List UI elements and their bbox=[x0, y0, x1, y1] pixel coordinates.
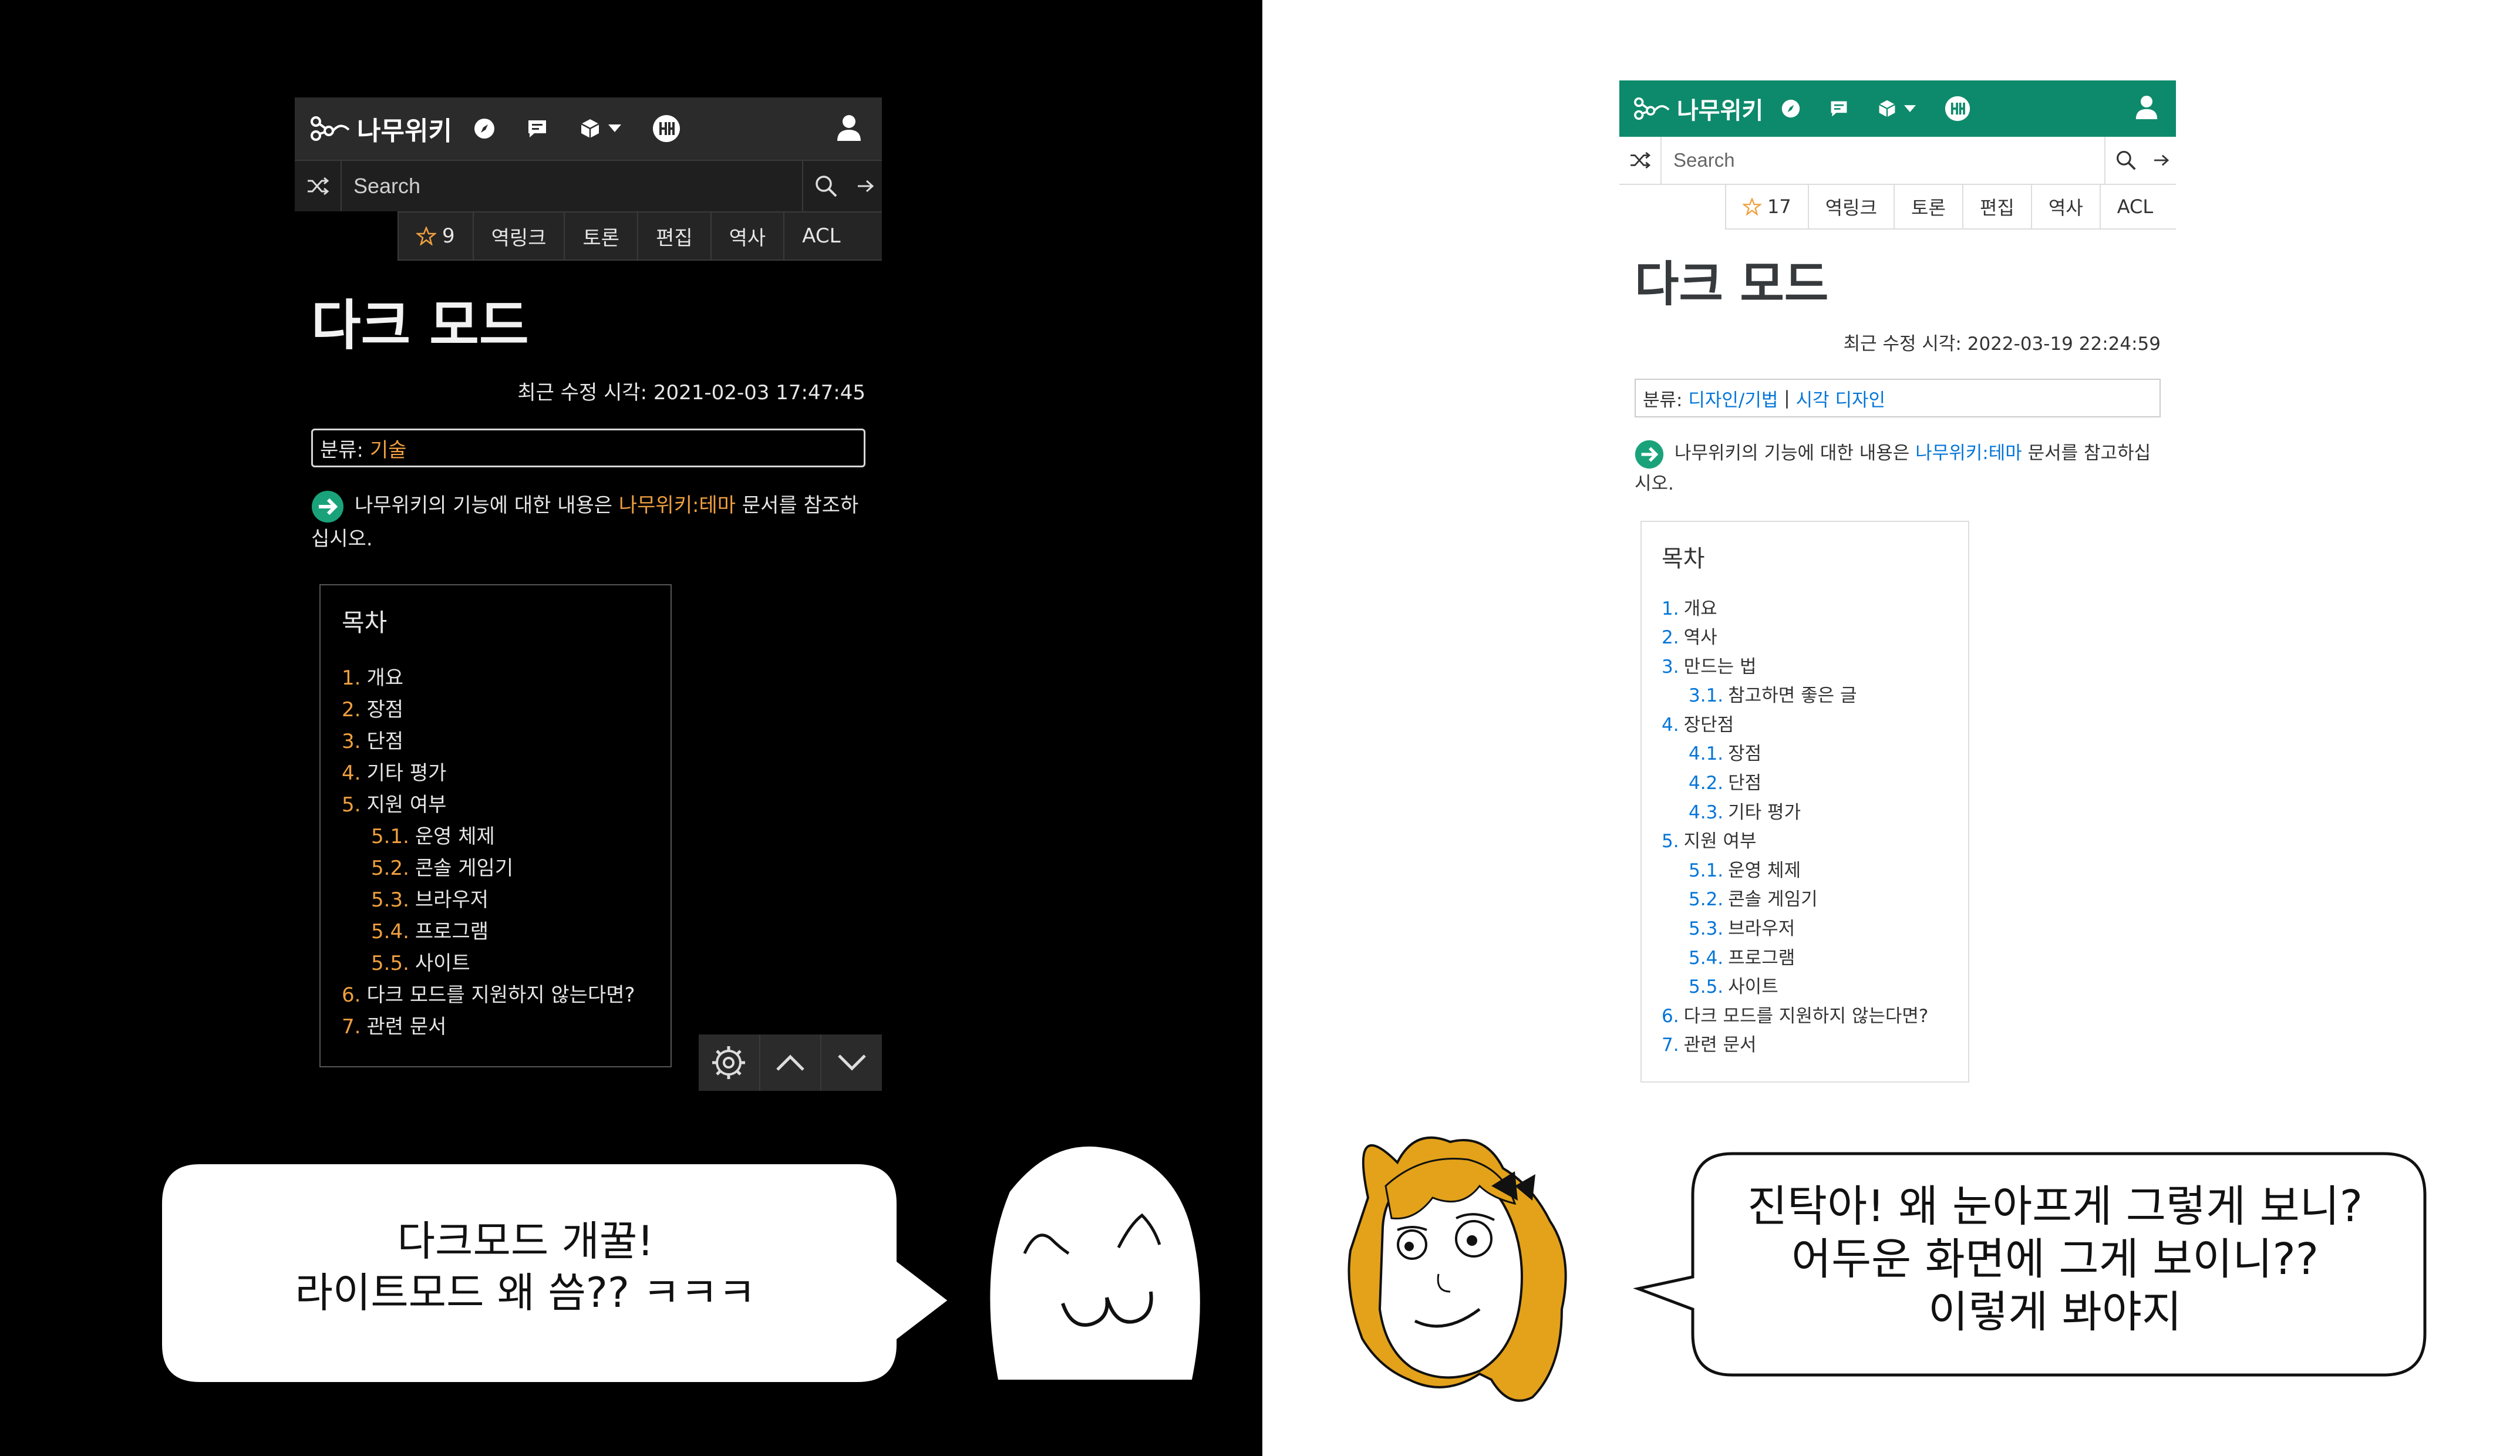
left-bubble-line2: 라이트모드 왜 씀?? ㅋㅋㅋ bbox=[295, 1269, 756, 1317]
girl-face-icon bbox=[1347, 1136, 1567, 1402]
right-bubble-line2: 어두운 화면에 그게 보이니?? bbox=[1791, 1234, 2319, 1285]
right-bubble-line3: 이렇게 봐야지 bbox=[1928, 1287, 2182, 1337]
right-bubble-line1: 진탁아! 왜 눈아프게 그렇게 보니? bbox=[1747, 1181, 2363, 1232]
left-bubble-line1: 다크모드 개꿀! bbox=[397, 1217, 654, 1265]
smug-face-icon bbox=[990, 1146, 1200, 1380]
left-bubble-text: 다크모드 개꿀! 라이트모드 왜 씀?? ㅋㅋㅋ bbox=[164, 1215, 887, 1319]
right-bubble-text: 진탁아! 왜 눈아프게 그렇게 보니? 어두운 화면에 그게 보이니?? 이렇게… bbox=[1697, 1180, 2413, 1339]
